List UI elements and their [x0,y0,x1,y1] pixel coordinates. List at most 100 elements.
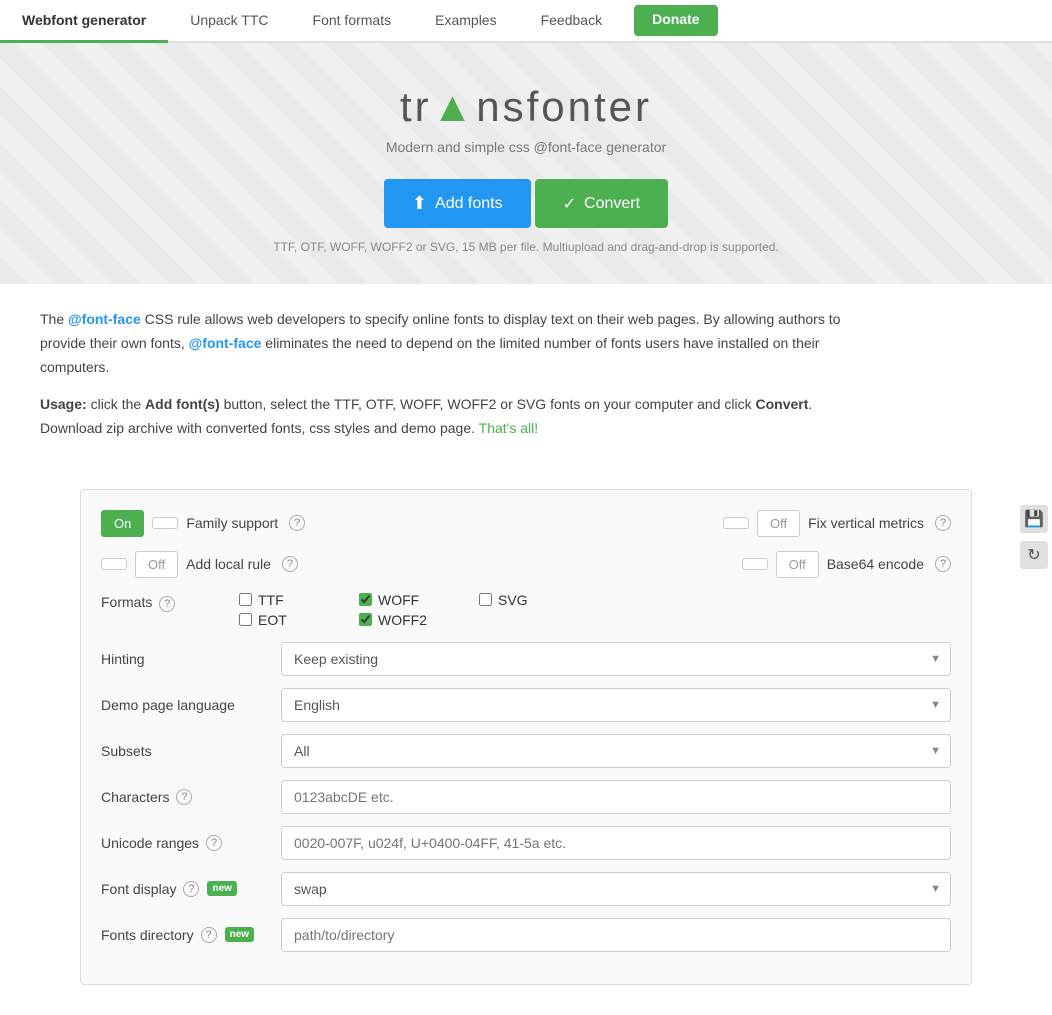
convert-button[interactable]: ✓ Convert [535,179,668,228]
family-support-help-icon[interactable]: ? [289,515,305,531]
upload-icon: ⬆ [412,193,427,214]
subsets-select-wrapper: All Latin Cyrillic [281,734,951,768]
nav-unpack-ttc[interactable]: Unpack TTC [168,0,290,43]
font-display-row: Font display ? new swap auto block fallb… [101,872,951,906]
hero-section: tr▲nsfonter Modern and simple css @font-… [0,43,1052,284]
unicode-ranges-input[interactable] [281,826,951,860]
donate-label: Donate [652,11,699,27]
hero-subtitle: Modern and simple css @font-face generat… [20,139,1032,155]
font-display-select[interactable]: swap auto block fallback optional [281,872,951,906]
base64-off-indicator1[interactable] [742,558,768,570]
demo-language-row: Demo page language English French German… [101,688,951,722]
fonts-directory-help-icon[interactable]: ? [201,927,217,943]
unicode-ranges-help-icon[interactable]: ? [206,835,222,851]
nav-font-formats[interactable]: Font formats [291,0,414,43]
nav-label: Unpack TTC [190,12,268,28]
add-local-off-indicator1[interactable] [101,558,127,570]
formats-label: Formats ? [101,592,231,612]
family-support-label: Family support [186,515,278,531]
settings-container: On Family support ? Off Fix vertical met… [40,489,1012,985]
characters-input[interactable] [281,780,951,814]
reset-settings-button[interactable]: ↻ [1020,541,1048,569]
save-settings-button[interactable]: 💾 [1020,505,1048,533]
navigation: Webfont generator Unpack TTC Font format… [0,0,1052,43]
convert-bold: Convert [756,396,809,412]
family-support-on-btn[interactable]: On [101,510,144,537]
check-icon: ✓ [563,194,576,214]
format-woff2-label: WOFF2 [378,612,427,628]
font-display-select-wrapper: swap auto block fallback optional [281,872,951,906]
hinting-select[interactable]: Keep existing Remove all [281,642,951,676]
nav-feedback[interactable]: Feedback [519,0,624,43]
font-face-highlight1: @font-face [68,311,141,327]
save-icon: 💾 [1024,509,1044,529]
base64-encode-label: Base64 encode [827,556,924,572]
formats-help-icon[interactable]: ? [159,596,175,612]
hero-buttons: ⬆ Add fonts ✓ Convert [20,179,1032,228]
format-eot-checkbox[interactable] [239,613,252,626]
fonts-directory-input[interactable] [281,918,951,952]
fonts-directory-badge-new: new [225,927,254,942]
nav-donate[interactable]: Donate [634,5,717,36]
subsets-row: Subsets All Latin Cyrillic [101,734,951,768]
nav-label: Webfont generator [22,12,146,28]
hero-note: TTF, OTF, WOFF, WOFF2 or SVG, 15 MB per … [20,240,1032,254]
convert-label: Convert [584,195,640,213]
characters-label-text: Characters [101,789,169,805]
format-woff2-checkbox[interactable] [359,613,372,626]
format-ttf: TTF [239,592,359,608]
add-local-off-btn[interactable]: Off [135,551,178,578]
refresh-icon: ↻ [1027,545,1040,565]
fix-vertical-help-icon[interactable]: ? [935,515,951,531]
fix-vertical-metrics-label: Fix vertical metrics [808,515,924,531]
fonts-directory-row: Fonts directory ? new [101,918,951,952]
demo-language-select[interactable]: English French German Russian [281,688,951,722]
formats-section: Formats ? TTF WOFF SVG EOT [101,592,951,628]
formats-grid: TTF WOFF SVG EOT WOFF2 [239,592,599,628]
site-logo: tr▲nsfonter [20,83,1032,131]
font-face-highlight2: @font-face [189,335,262,351]
subsets-label: Subsets [101,743,281,759]
fix-vertical-off-indicator1[interactable] [723,517,749,529]
characters-help-icon[interactable]: ? [176,789,192,805]
family-support-group: On Family support ? [101,510,305,537]
nav-label: Feedback [541,12,602,28]
subsets-select[interactable]: All Latin Cyrillic [281,734,951,768]
base64-help-icon[interactable]: ? [935,556,951,572]
format-svg-label: SVG [498,592,528,608]
font-display-label: Font display ? new [101,881,281,897]
formats-label-text: Formats [101,594,152,610]
fonts-directory-label: Fonts directory ? new [101,927,281,943]
format-ttf-checkbox[interactable] [239,593,252,606]
description-section: The @font-face CSS rule allows web devel… [0,284,900,479]
usage-label: Usage: [40,396,87,412]
format-eot-label: EOT [258,612,287,628]
format-woff: WOFF [359,592,479,608]
hinting-select-wrapper: Keep existing Remove all [281,642,951,676]
logo-accent: ▲ [432,83,477,130]
demo-language-label: Demo page language [101,697,281,713]
nav-examples[interactable]: Examples [413,0,518,43]
fix-vertical-off-btn[interactable]: Off [757,510,800,537]
thats-all: That's all! [479,420,538,436]
unicode-ranges-label-text: Unicode ranges [101,835,199,851]
add-local-help-icon[interactable]: ? [282,556,298,572]
add-local-rule-label: Add local rule [186,556,271,572]
hinting-row: Hinting Keep existing Remove all [101,642,951,676]
font-display-help-icon[interactable]: ? [183,881,199,897]
demo-language-select-wrapper: English French German Russian [281,688,951,722]
add-fonts-button[interactable]: ⬆ Add fonts [384,179,531,228]
family-support-off-indicator[interactable] [152,517,178,529]
base64-off-btn[interactable]: Off [776,551,819,578]
format-woff-checkbox[interactable] [359,593,372,606]
unicode-ranges-label: Unicode ranges ? [101,835,281,851]
characters-label: Characters ? [101,789,281,805]
hinting-label: Hinting [101,651,281,667]
format-svg: SVG [479,592,599,608]
format-svg-checkbox[interactable] [479,593,492,606]
format-woff-label: WOFF [378,592,419,608]
format-woff2: WOFF2 [359,612,479,628]
description-para1: The @font-face CSS rule allows web devel… [40,308,860,379]
nav-webfont-generator[interactable]: Webfont generator [0,0,168,43]
nav-label: Examples [435,12,496,28]
